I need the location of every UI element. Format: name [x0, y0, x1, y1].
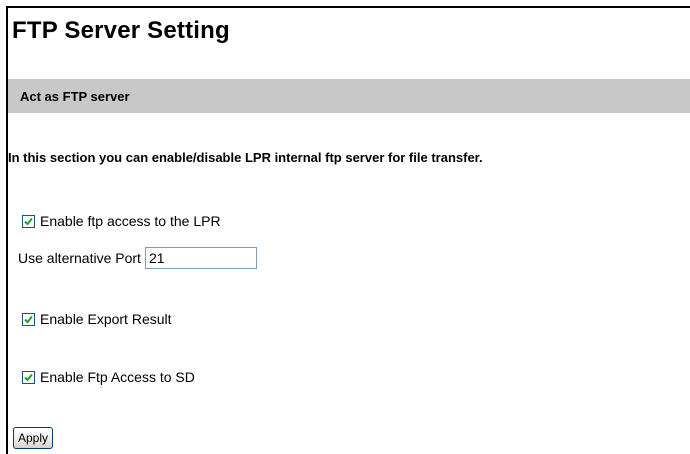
export-result-option: Enable Export Result [22, 310, 172, 328]
checkmark-icon [24, 217, 33, 225]
export-result-checkbox[interactable] [22, 312, 35, 326]
checkmark-icon [24, 315, 33, 323]
ftp-sd-label: Enable Ftp Access to SD [40, 369, 195, 385]
checkmark-icon [24, 373, 33, 381]
section-header: Act as FTP server [8, 79, 690, 113]
page-title: FTP Server Setting [12, 17, 230, 44]
ftp-access-label: Enable ftp access to the LPR [40, 213, 221, 229]
alt-port-option: Use alternative Port [18, 246, 257, 270]
ftp-sd-option: Enable Ftp Access to SD [22, 368, 195, 386]
ftp-access-option: Enable ftp access to the LPR [22, 212, 221, 230]
export-result-label: Enable Export Result [40, 311, 172, 327]
page-frame [6, 6, 690, 454]
section-title: Act as FTP server [20, 89, 130, 104]
apply-button[interactable]: Apply [13, 427, 54, 449]
ftp-sd-checkbox[interactable] [22, 370, 35, 384]
ftp-access-checkbox[interactable] [22, 214, 35, 228]
alt-port-label: Use alternative Port [18, 250, 141, 266]
alt-port-input[interactable] [144, 247, 257, 269]
section-description: In this section you can enable/disable L… [8, 150, 483, 165]
